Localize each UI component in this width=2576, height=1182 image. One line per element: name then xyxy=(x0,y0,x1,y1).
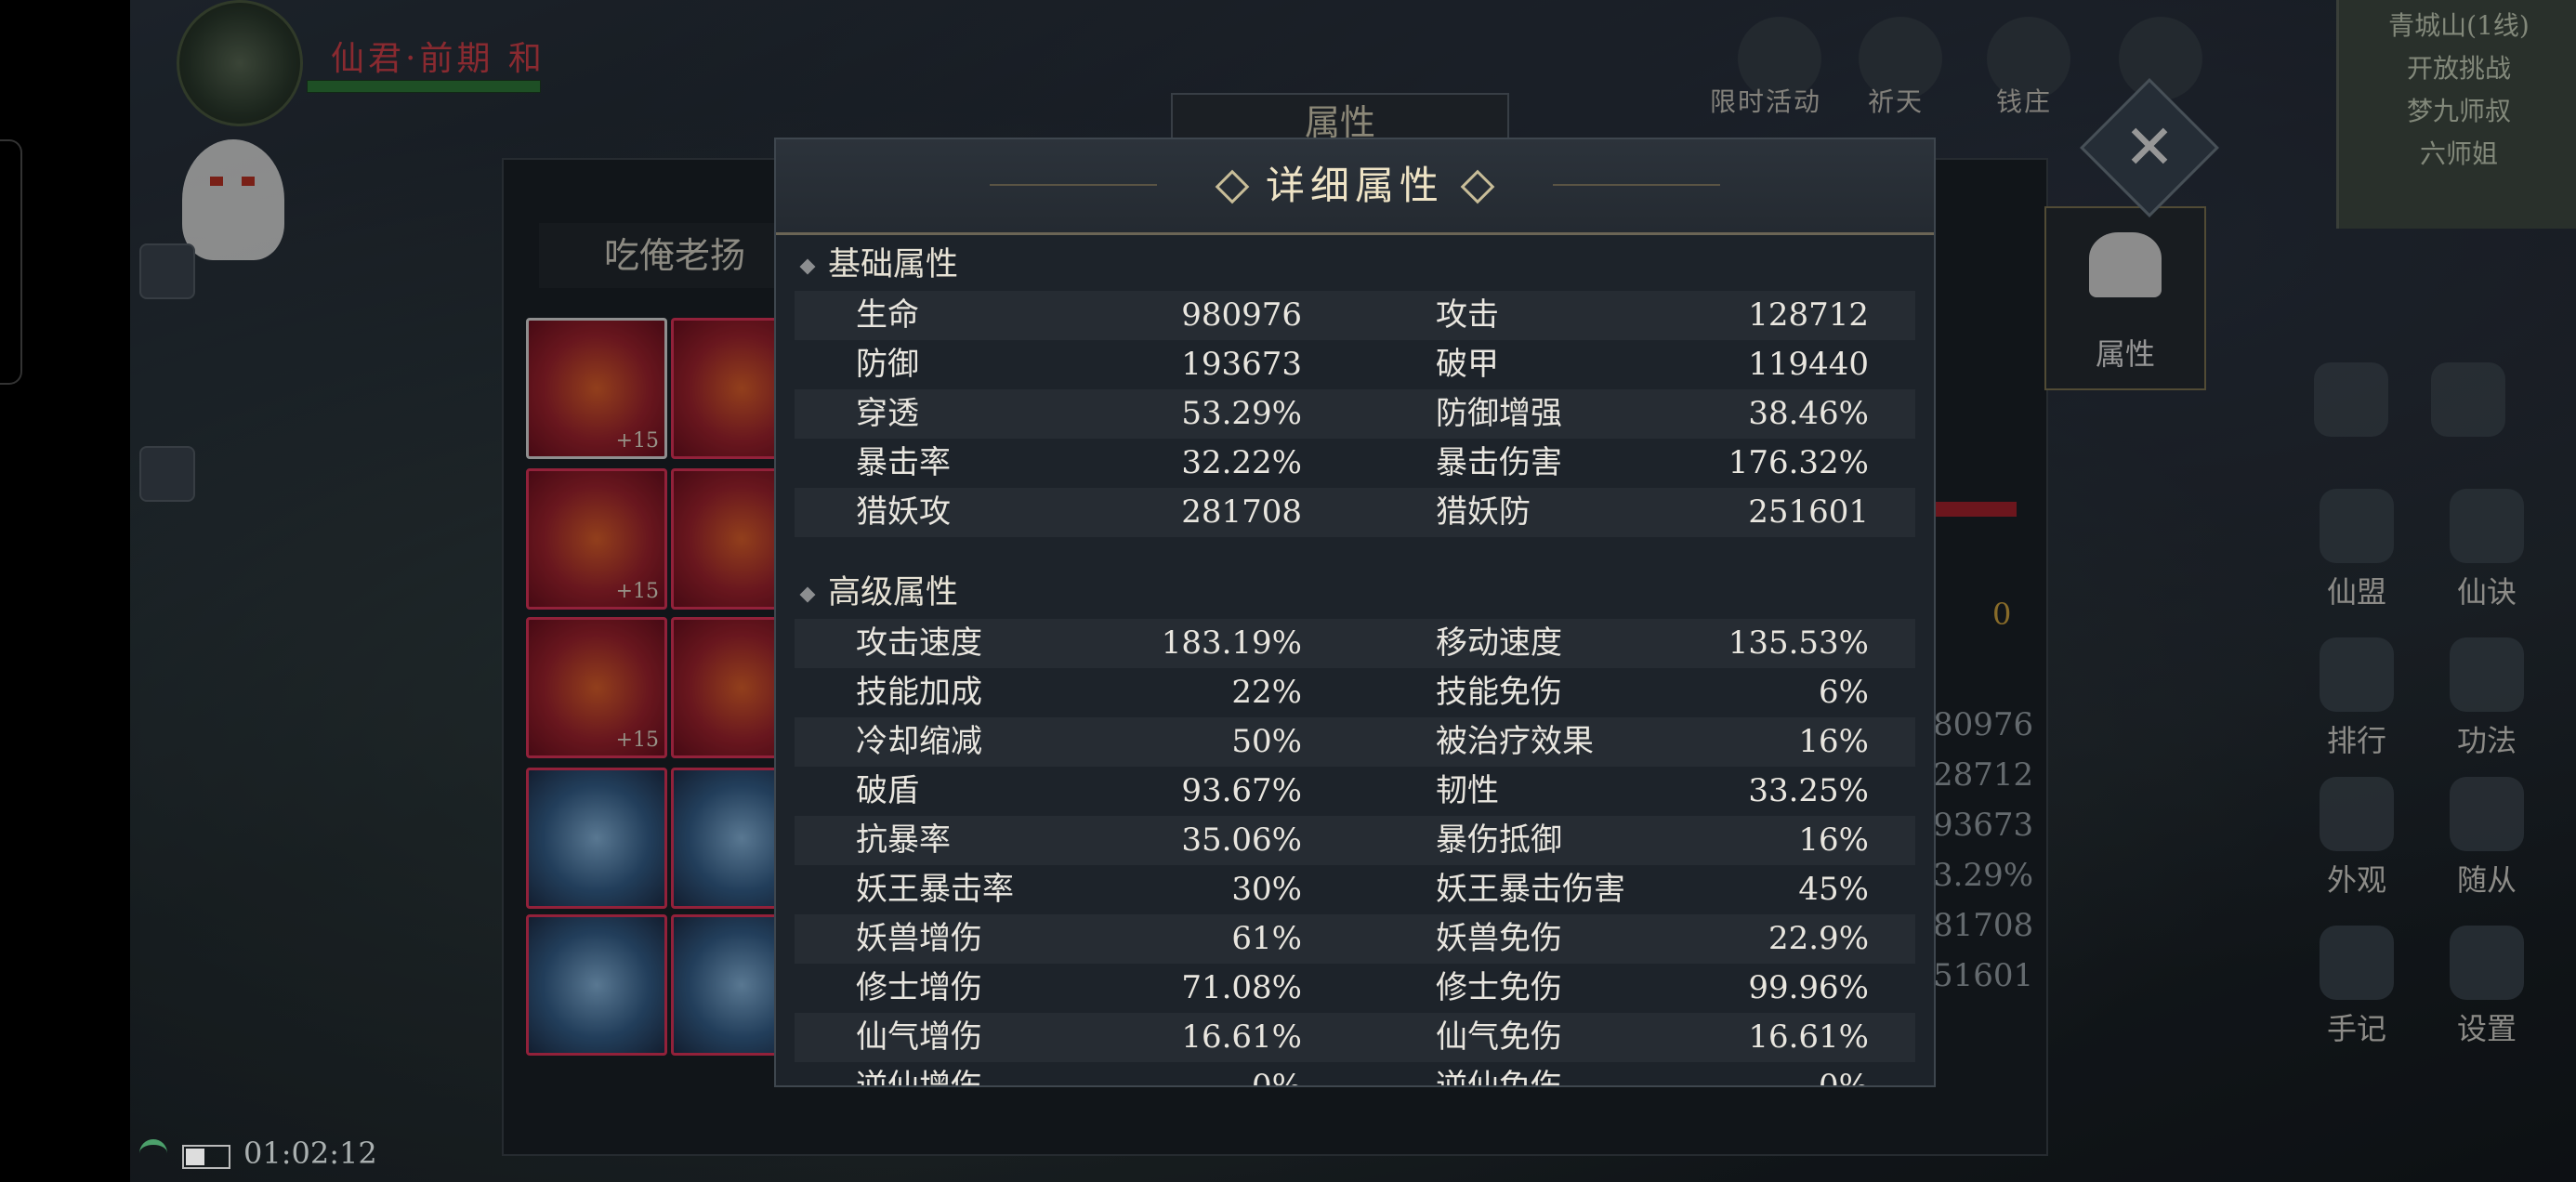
stat-value: 22% xyxy=(1231,674,1302,711)
stat-row: 暴击率 32.22% 暴击伤害 176.32% xyxy=(795,439,1915,488)
dialog-header: 详细属性 xyxy=(776,139,1934,235)
stat-row: 防御 193673 破甲 119440 xyxy=(795,340,1915,389)
stat-value: 38.46% xyxy=(1748,395,1869,432)
stat-row: 攻击速度 183.19% 移动速度 135.53% xyxy=(795,619,1915,668)
stat-label: 移动速度 xyxy=(1436,624,1562,662)
stat-label: 技能加成 xyxy=(856,674,982,711)
stat-row: 冷却缩减 50% 被治疗效果 16% xyxy=(795,717,1915,767)
wifi-icon xyxy=(139,1139,167,1169)
stat-label: 暴击伤害 xyxy=(1436,444,1562,481)
stat-value: 176.32% xyxy=(1728,444,1869,481)
stat-label: 妖兽增伤 xyxy=(856,920,982,957)
stat-label: 生命 xyxy=(856,296,919,334)
stat-row: 猎妖攻 281708 猎妖防 251601 xyxy=(795,488,1915,537)
section-advanced: 高级属性 xyxy=(776,563,1934,619)
stat-value: 99.96% xyxy=(1748,969,1869,1006)
stat-value: 33.25% xyxy=(1748,772,1869,809)
stat-label: 穿透 xyxy=(856,395,919,432)
stat-label: 韧性 xyxy=(1436,772,1499,809)
stat-value: 6% xyxy=(1819,674,1869,711)
stat-value: 281708 xyxy=(1181,493,1302,531)
stat-value: 16% xyxy=(1798,821,1869,859)
stat-value: 193673 xyxy=(1181,346,1302,383)
section-basic: 基础属性 xyxy=(776,235,1934,291)
stat-value: 61% xyxy=(1231,920,1302,957)
clock: 01:02:12 xyxy=(243,1136,377,1171)
stat-row: 仙气增伤 16.61% 仙气免伤 16.61% xyxy=(795,1013,1915,1062)
stat-label: 仙气增伤 xyxy=(856,1018,982,1056)
stat-value: 0% xyxy=(1819,1068,1869,1087)
stat-value: 30% xyxy=(1231,871,1302,908)
stat-value: 980976 xyxy=(1181,296,1302,334)
stat-value: 45% xyxy=(1798,871,1869,908)
stat-row: 生命 980976 攻击 128712 xyxy=(795,291,1915,340)
stat-value: 32.22% xyxy=(1181,444,1302,481)
stat-label: 逆仙增伤 xyxy=(856,1068,982,1087)
stat-value: 53.29% xyxy=(1181,395,1302,432)
detailed-attributes-dialog: 详细属性 基础属性 生命 980976 攻击 128712 防御 193673 破甲 119… xyxy=(774,138,1936,1087)
stat-row: 妖王暴击率 30% 妖王暴击伤害 45% xyxy=(795,865,1915,914)
stat-value: 22.9% xyxy=(1768,920,1869,957)
stat-row: 破盾 93.67% 韧性 33.25% xyxy=(795,767,1915,816)
stat-label: 防御 xyxy=(856,346,919,383)
stat-label: 攻击速度 xyxy=(856,624,982,662)
stat-label: 仙气免伤 xyxy=(1436,1018,1562,1056)
stat-label: 防御增强 xyxy=(1436,395,1562,432)
stat-value: 16.61% xyxy=(1748,1018,1869,1056)
stat-label: 暴击率 xyxy=(856,444,951,481)
stat-value: 251601 xyxy=(1748,493,1869,531)
stat-label: 破盾 xyxy=(856,772,919,809)
stat-value: 35.06% xyxy=(1181,821,1302,859)
stat-value: 135.53% xyxy=(1728,624,1869,662)
stat-value: 16.61% xyxy=(1181,1018,1302,1056)
stat-value: 50% xyxy=(1231,723,1302,760)
stat-label: 修士增伤 xyxy=(856,969,982,1006)
stat-label: 妖王暴击率 xyxy=(856,871,1014,908)
stat-label: 抗暴率 xyxy=(856,821,951,859)
stat-label: 妖兽免伤 xyxy=(1436,920,1562,957)
stat-row: 穿透 53.29% 防御增强 38.46% xyxy=(795,389,1915,439)
stat-label: 破甲 xyxy=(1436,346,1499,383)
stat-value: 0% xyxy=(1252,1068,1302,1087)
stat-row: 逆仙增伤 0% 逆仙免伤 0% xyxy=(795,1062,1915,1087)
stat-label: 猎妖攻 xyxy=(856,493,951,531)
stat-row: 技能加成 22% 技能免伤 6% xyxy=(795,668,1915,717)
stat-label: 妖王暴击伤害 xyxy=(1436,871,1625,908)
stat-label: 技能免伤 xyxy=(1436,674,1562,711)
stat-label: 猎妖防 xyxy=(1436,493,1531,531)
battery-icon xyxy=(182,1145,230,1169)
stat-value: 16% xyxy=(1798,723,1869,760)
dialog-title: 详细属性 xyxy=(1265,163,1444,208)
stat-row: 妖兽增伤 61% 妖兽免伤 22.9% xyxy=(795,914,1915,964)
phone-edge xyxy=(0,139,22,385)
stat-row: 修士增伤 71.08% 修士免伤 99.96% xyxy=(795,964,1915,1013)
stat-row: 抗暴率 35.06% 暴伤抵御 16% xyxy=(795,816,1915,865)
stat-label: 逆仙免伤 xyxy=(1436,1068,1562,1087)
stat-label: 被治疗效果 xyxy=(1436,723,1594,760)
stat-value: 93.67% xyxy=(1181,772,1302,809)
stat-label: 暴伤抵御 xyxy=(1436,821,1562,859)
stat-label: 冷却缩减 xyxy=(856,723,982,760)
divider xyxy=(1553,184,1720,186)
stat-value: 119440 xyxy=(1748,346,1869,383)
stat-value: 183.19% xyxy=(1161,624,1302,662)
stat-value: 71.08% xyxy=(1181,969,1302,1006)
stat-label: 修士免伤 xyxy=(1436,969,1562,1006)
stat-label: 攻击 xyxy=(1436,296,1499,334)
stat-value: 128712 xyxy=(1748,296,1869,334)
